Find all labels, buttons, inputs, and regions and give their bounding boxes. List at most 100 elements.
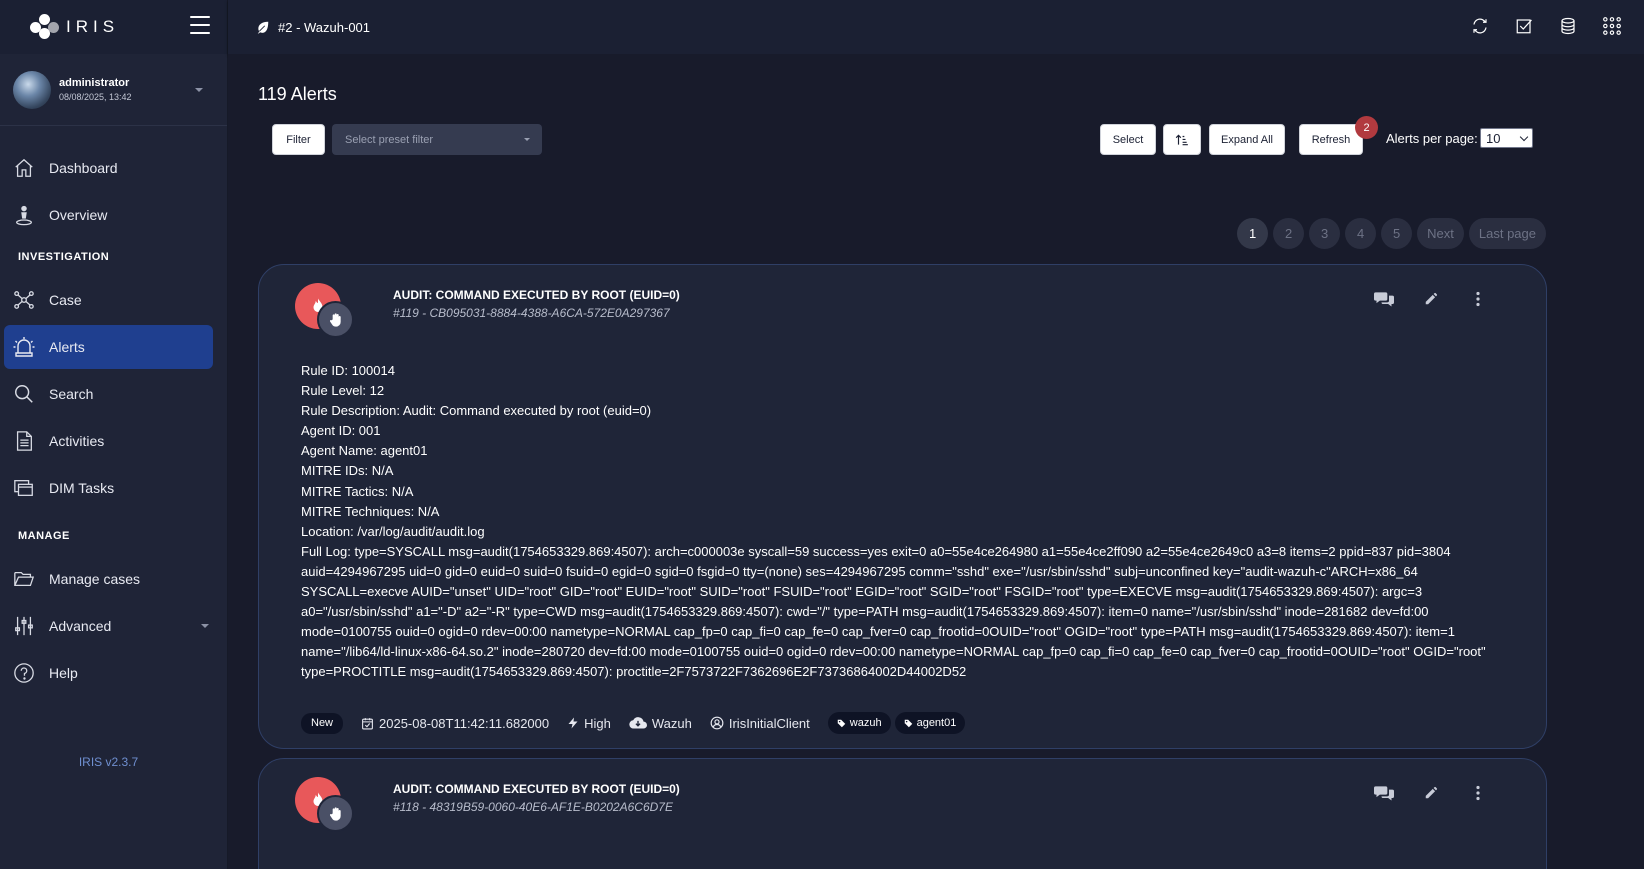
database-icon[interactable]: [1558, 15, 1578, 37]
tag-icon: [904, 719, 912, 727]
select-button[interactable]: Select: [1100, 124, 1156, 155]
current-case[interactable]: #2 - Wazuh-001: [256, 20, 370, 35]
page-button[interactable]: 5: [1381, 218, 1413, 249]
alert-card[interactable]: AUDIT: COMMAND EXECUTED BY ROOT (EUID=0)…: [258, 264, 1547, 749]
alert-timestamp-value: 2025-08-08T11:42:11.682000: [379, 715, 550, 731]
next-page-button[interactable]: Next: [1417, 218, 1464, 249]
alert-id: #119 - CB095031-8884-4388-A6CA-572E0A297…: [393, 306, 670, 320]
tag-chip[interactable]: wazuh: [827, 712, 891, 734]
refresh-count-badge: 2: [1355, 116, 1378, 139]
alert-detail-line: Rule Level: 12: [301, 383, 385, 399]
more-vertical-icon[interactable]: [1468, 783, 1488, 803]
iris-logo-icon: [30, 14, 59, 40]
sidebar-item-help[interactable]: Help: [4, 651, 213, 695]
status-badge[interactable]: New: [301, 712, 344, 734]
page-title: 119 Alerts: [258, 84, 337, 104]
sidebar-item-label: Case: [49, 292, 82, 308]
sidebar-item-case[interactable]: Case: [4, 278, 213, 322]
sidebar-item-advanced[interactable]: Advanced: [4, 604, 213, 648]
page-button[interactable]: 1: [1237, 218, 1269, 249]
sidebar-item-label: Advanced: [49, 618, 112, 634]
person-pin-icon: [12, 203, 36, 227]
sort-button[interactable]: [1163, 124, 1201, 155]
user-profile[interactable]: administrator 08/08/2025, 13:42: [0, 54, 227, 126]
sidebar: IRIS administrator 08/08/2025, 13:42 Das…: [0, 0, 228, 869]
alert-detail-line: Location: /var/log/audit/audit.log: [301, 523, 485, 539]
folder-open-icon: [12, 567, 36, 591]
cloud-download-icon: [629, 717, 647, 729]
user-circle-icon: [710, 716, 724, 730]
per-page-label: Alerts per page:: [1386, 131, 1478, 146]
more-vertical-icon[interactable]: [1468, 289, 1488, 309]
alert-source: Wazuh: [629, 716, 692, 731]
sidebar-item-label: Search: [49, 386, 94, 402]
network-icon: [12, 288, 36, 312]
sidebar-item-search[interactable]: Search: [4, 372, 213, 416]
alert-timestamp: 2025-08-08T11:42:11.682000: [361, 716, 549, 731]
alert-client: IrisInitialClient: [710, 716, 810, 731]
per-page-select[interactable]: 10: [1480, 128, 1533, 148]
caret-down-icon: [524, 138, 530, 141]
sidebar-item-label: Dashboard: [49, 160, 118, 176]
page-button[interactable]: 3: [1309, 218, 1341, 249]
sync-icon[interactable]: [1470, 15, 1490, 37]
per-page-value: 10: [1486, 130, 1501, 146]
leaf-icon: [257, 21, 269, 34]
section-manage: MANAGE: [18, 530, 70, 542]
chevron-down-icon: [201, 624, 209, 628]
refresh-button[interactable]: Refresh: [1299, 124, 1363, 155]
edit-pencil-icon[interactable]: [1421, 783, 1441, 803]
chevron-down-icon[interactable]: [195, 88, 203, 92]
page-button[interactable]: 2: [1273, 218, 1305, 249]
sidebar-item-label: Overview: [49, 207, 108, 223]
pagination: 1 2 3 4 5 Next Last page: [1237, 218, 1546, 249]
tag-chip[interactable]: agent01: [894, 712, 966, 734]
filter-button[interactable]: Filter: [272, 124, 325, 155]
preset-filter-select[interactable]: Select preset filter: [332, 124, 542, 155]
windows-stack-icon: [12, 476, 36, 500]
alert-severity: High: [567, 716, 611, 731]
alert-source-value: Wazuh: [651, 715, 692, 731]
alert-full-log: Full Log: type=SYSCALL msg=audit(1754653…: [301, 543, 1486, 680]
alert-title[interactable]: AUDIT: COMMAND EXECUTED BY ROOT (EUID=0): [393, 782, 680, 796]
alert-details: Rule ID: 100014 Rule Level: 12 Rule Desc…: [301, 361, 1511, 683]
sidebar-item-dim-tasks[interactable]: DIM Tasks: [4, 466, 213, 510]
page-button[interactable]: 4: [1345, 218, 1377, 249]
user-datetime: 08/08/2025, 13:42: [59, 92, 132, 102]
apps-grid-icon[interactable]: [1602, 15, 1622, 37]
checkbox-icon[interactable]: [1514, 15, 1534, 37]
sort-ascending-icon: [1175, 134, 1188, 145]
sidebar-item-label: Help: [49, 665, 78, 681]
sidebar-nav: Dashboard Overview INVESTIGATION Case Al…: [0, 146, 227, 695]
main-content: 119 Alerts Filter Select preset filter S…: [228, 54, 1644, 869]
sidebar-item-manage-cases[interactable]: Manage cases: [4, 557, 213, 601]
last-page-button[interactable]: Last page: [1468, 218, 1546, 249]
comments-icon[interactable]: [1374, 289, 1394, 309]
brand-bar: IRIS: [0, 0, 227, 54]
topbar: #2 - Wazuh-001: [228, 0, 1644, 54]
alert-title[interactable]: AUDIT: COMMAND EXECUTED BY ROOT (EUID=0): [393, 288, 680, 302]
alert-detail-line: Rule Description: Audit: Command execute…: [301, 403, 652, 419]
alert-card[interactable]: AUDIT: COMMAND EXECUTED BY ROOT (EUID=0)…: [258, 758, 1547, 869]
sidebar-item-overview[interactable]: Overview: [4, 193, 213, 237]
expand-all-button[interactable]: Expand All: [1209, 124, 1285, 155]
hand-stop-icon: [317, 301, 354, 338]
brand-name: IRIS: [66, 17, 120, 36]
sidebar-item-label: DIM Tasks: [49, 480, 115, 496]
tag-label: agent01: [916, 717, 957, 729]
sidebar-item-label: Manage cases: [49, 571, 141, 587]
topbar-actions: [1470, 15, 1622, 37]
siren-icon: [12, 335, 36, 359]
alert-detail-line: MITRE Tactics: N/A: [301, 483, 414, 499]
home-icon: [12, 156, 36, 180]
app-version[interactable]: IRIS v2.3.7: [0, 755, 222, 769]
sidebar-item-activities[interactable]: Activities: [4, 419, 213, 463]
alert-footer: New 2025-08-08T11:42:11.682000 High Wazu…: [301, 712, 969, 734]
comments-icon[interactable]: [1374, 783, 1394, 803]
edit-pencil-icon[interactable]: [1421, 289, 1441, 309]
calendar-check-icon: [362, 717, 373, 729]
sidebar-item-alerts[interactable]: Alerts: [4, 325, 213, 369]
menu-toggle-icon[interactable]: [190, 16, 210, 34]
alert-id: #118 - 48319B59-0060-40E6-AF1E-B0202A6C6…: [393, 800, 673, 814]
sidebar-item-dashboard[interactable]: Dashboard: [4, 146, 213, 190]
